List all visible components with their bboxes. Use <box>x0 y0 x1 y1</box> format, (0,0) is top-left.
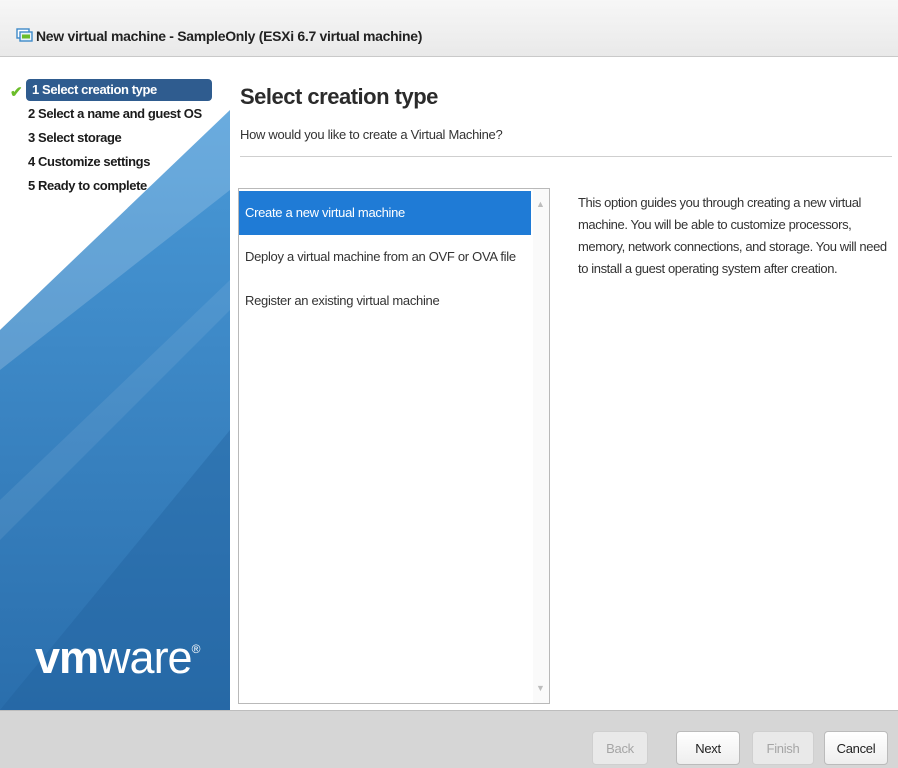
scroll-up-icon[interactable]: ▲ <box>536 199 545 209</box>
checkmark-icon: ✔ <box>10 84 23 101</box>
step-ready-to-complete[interactable]: 5 Ready to complete <box>28 175 147 197</box>
logo-vm: vm <box>35 632 99 683</box>
option-description: This option guides you through creating … <box>578 195 887 276</box>
new-vm-wizard-window: New virtual machine - SampleOnly (ESXi 6… <box>0 0 898 768</box>
option-register-existing-vm[interactable]: Register an existing virtual machine <box>239 279 531 323</box>
step-select-storage[interactable]: 3 Select storage <box>28 127 122 149</box>
page-title: Select creation type <box>240 84 438 109</box>
page-subtitle: How would you like to create a Virtual M… <box>240 127 503 142</box>
wizard-sidebar: ✔ 1 Select creation type 2 Select a name… <box>0 70 230 710</box>
scroll-down-icon[interactable]: ▼ <box>536 683 545 693</box>
header-divider <box>240 156 892 157</box>
next-button[interactable]: Next <box>676 731 740 765</box>
creation-type-list[interactable]: Create a new virtual machine Deploy a vi… <box>238 188 550 704</box>
option-deploy-from-ovf[interactable]: Deploy a virtual machine from an OVF or … <box>239 235 531 279</box>
title-bar: New virtual machine - SampleOnly (ESXi 6… <box>0 0 898 57</box>
step-select-name-guest-os[interactable]: 2 Select a name and guest OS <box>28 103 202 125</box>
wizard-content: Select creation type How would you like … <box>230 70 898 710</box>
list-scrollbar[interactable]: ▲ ▼ <box>533 189 549 703</box>
back-button[interactable]: Back <box>592 731 648 765</box>
wizard-footer: Back Next Finish Cancel <box>0 710 898 768</box>
option-create-new-vm[interactable]: Create a new virtual machine <box>239 191 531 235</box>
step-customize-settings[interactable]: 4 Customize settings <box>28 151 150 173</box>
virtual-machine-icon <box>16 28 33 42</box>
logo-registered-mark: ® <box>191 642 201 656</box>
cancel-button[interactable]: Cancel <box>824 731 888 765</box>
finish-button[interactable]: Finish <box>752 731 814 765</box>
step-select-creation-type[interactable]: 1 Select creation type <box>26 79 212 101</box>
logo-ware: ware <box>98 632 193 683</box>
window-title: New virtual machine - SampleOnly (ESXi 6… <box>36 28 423 44</box>
vmware-logo: vmware® <box>35 632 201 684</box>
